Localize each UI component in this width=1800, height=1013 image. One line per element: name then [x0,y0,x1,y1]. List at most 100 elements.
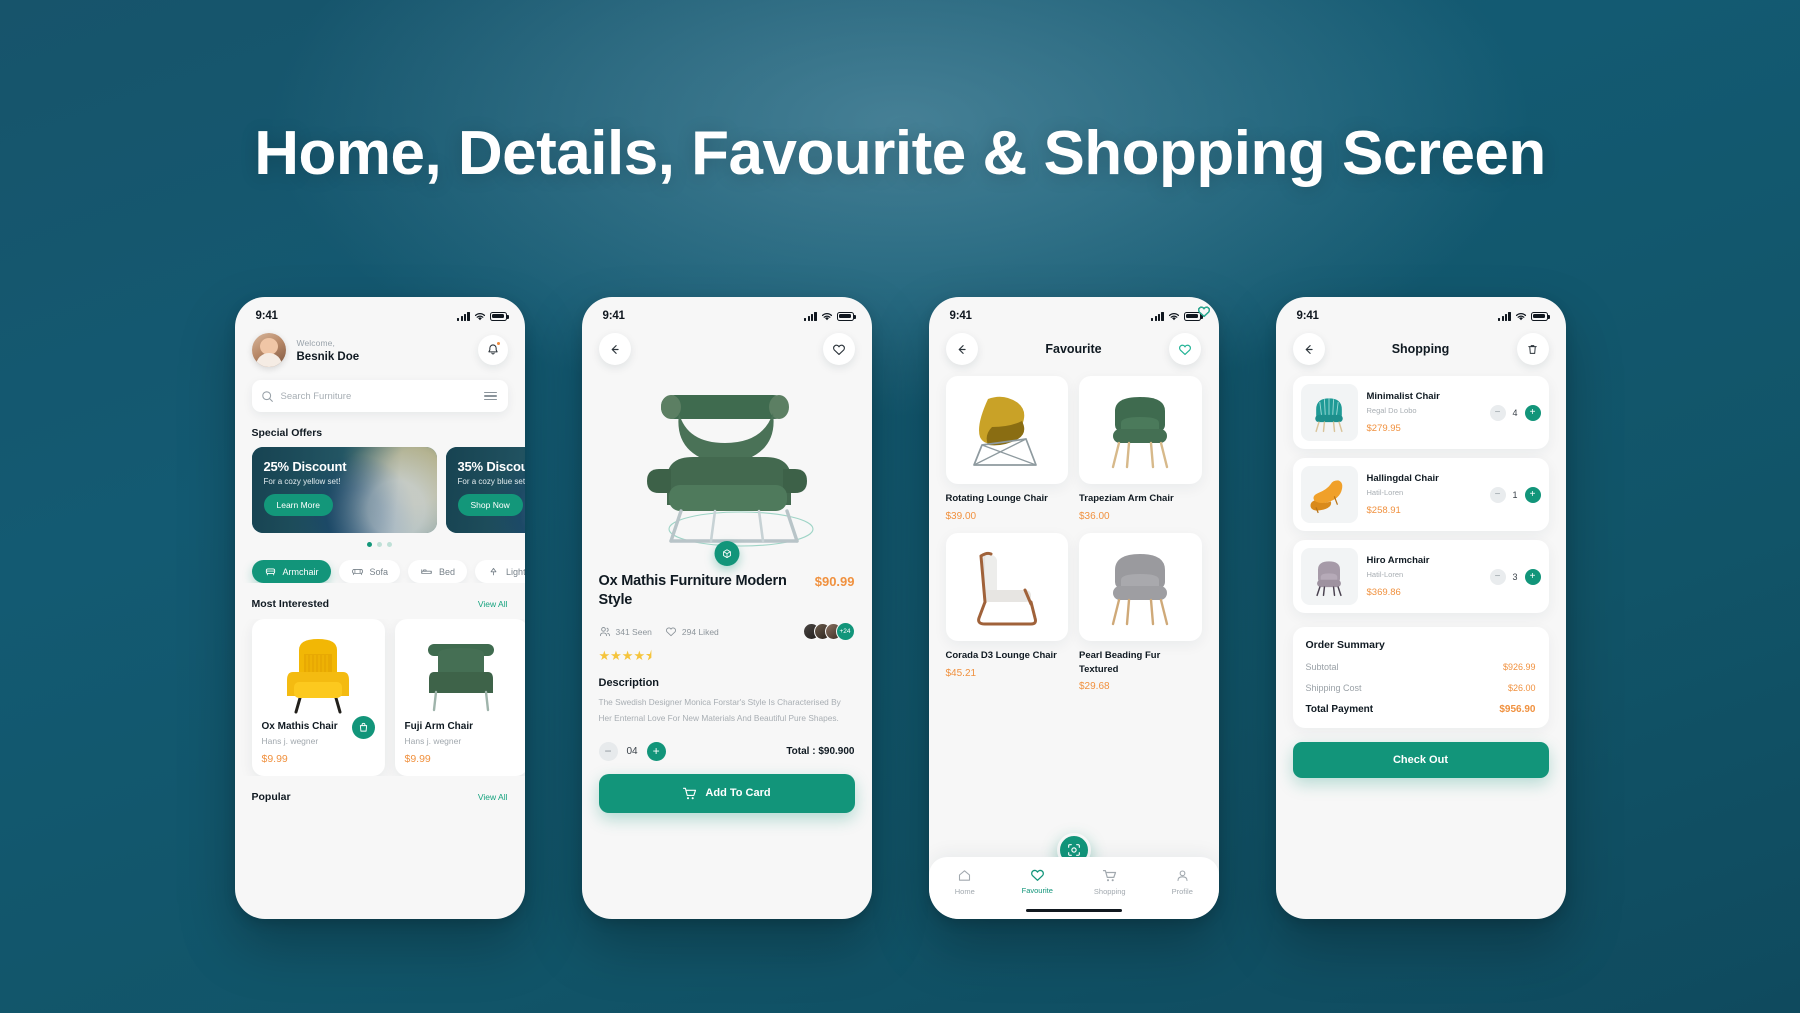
favourite-item[interactable]: Rotating Lounge Chair $39.00 [945,306,1210,522]
heart-icon [832,344,845,355]
viewer-avatars[interactable]: +24 [802,622,855,642]
cellular-signal-icon [457,311,470,321]
decrease-quantity-button[interactable]: − [1489,568,1506,585]
tab-label: Favourite [1021,886,1053,895]
tab-home[interactable]: Home [941,868,989,896]
offer-card[interactable]: 25% Discount For a cozy yellow set! Lear… [251,447,437,533]
add-to-cart-label: Add To Card [705,787,771,800]
decrease-quantity-button[interactable]: − [1489,486,1506,503]
favourite-item[interactable]: Corada D3 Lounge Chair $45.21 [945,306,1210,693]
cart-item-stepper[interactable]: − 3 + [1489,568,1541,585]
trapeziam-arm-chair-illustration [1112,397,1169,469]
carousel-dot[interactable] [377,542,382,547]
cart-item-info: Minimalist Chair Regal Do Lobo $279.95 [1367,391,1481,434]
category-chip-bed[interactable]: Bed [408,560,468,583]
cart-item-stepper[interactable]: − 1 + [1489,486,1541,503]
delete-all-button[interactable] [1516,333,1549,365]
offer-subtitle: For a cozy yellow set! [263,477,341,486]
view-all-link[interactable]: View All [478,599,508,609]
cart-item[interactable]: Hiro Armchair Hatil-Loren $369.86 − 3 + [1292,540,1549,613]
ar-view-button[interactable] [714,541,739,566]
product-card[interactable]: Fuji Arm Chair Hans j. wegner $9.99 [394,619,525,776]
header-favourite-button[interactable] [1169,333,1202,365]
favourite-toggle-liked[interactable] [1197,305,1211,323]
heart-icon [1030,869,1044,881]
category-chip-armchair[interactable]: Armchair [251,560,331,583]
back-button[interactable] [1292,333,1325,365]
product-image [262,628,375,714]
carousel-dots[interactable] [235,542,525,547]
quantity-row: − 04 + Total : $90.900 [598,741,855,761]
cart-item-stepper[interactable]: − 4 + [1489,404,1541,421]
back-button[interactable] [945,333,978,365]
most-interested-header: Most Interested View All [252,598,508,610]
increase-quantity-button[interactable]: + [1524,568,1541,585]
cart-item-name: Hallingdal Chair [1366,473,1439,484]
wifi-icon [474,312,485,320]
quantity-increase-button[interactable]: + [646,741,666,761]
total-label: Total : $90.900 [786,745,855,757]
category-label: Armchair [282,566,319,577]
heart-icon [1179,344,1192,355]
people-icon [599,627,610,637]
minimalist-chair-illustration [1315,397,1343,432]
offer-cta-button[interactable]: Learn More [263,494,333,516]
popular-view-all-link[interactable]: View All [478,792,508,802]
carousel-dot[interactable] [367,542,372,547]
increase-quantity-button[interactable]: + [1524,404,1541,421]
favourite-item[interactable]: Trapeziam Arm Chair $36.00 [1079,306,1210,522]
yellow-armchair-illustration [287,639,349,714]
decrease-quantity-button[interactable]: − [1489,404,1506,421]
increase-quantity-button[interactable]: + [1524,486,1541,503]
product-designer: Hans j. wegner [261,736,319,746]
quantity-decrease-button[interactable]: − [598,741,618,761]
cart-item[interactable]: Minimalist Chair Regal Do Lobo $279.95 −… [1292,376,1549,449]
category-chips[interactable]: Armchair Sofa Bed Light [235,560,525,583]
order-summary-card: Order Summary Subtotal $926.99 Shipping … [1292,627,1549,728]
special-offers-carousel[interactable]: 25% Discount For a cozy yellow set! Lear… [235,447,525,533]
favourite-grid: Rotating Lounge Chair $39.00 Trapeziam A… [929,306,1219,693]
tab-shopping[interactable]: Shopping [1086,868,1134,896]
offer-subtitle: For a cozy blue set! [457,477,525,486]
user-name: Besnik Doe [296,350,360,363]
category-label: Light [506,566,525,577]
summary-label: Subtotal [1305,662,1339,672]
tab-favourite[interactable]: Favourite [1013,868,1061,895]
cart-item-name: Hiro Armchair [1366,555,1430,566]
offer-cta-button[interactable]: Shop Now [457,494,523,516]
cart-item-brand: Regal Do Lobo [1366,406,1417,415]
avatar-more-count[interactable]: +24 [835,622,855,642]
category-chip-sofa[interactable]: Sofa [338,560,401,583]
cart-item-price: $369.86 [1366,587,1401,598]
phone-favourite-screen: 9:41 Favourite Rotating Lounge Chair $39… [928,297,1219,919]
home-icon [959,870,971,881]
notification-button[interactable] [477,335,508,365]
avatar[interactable] [251,333,286,367]
offer-text: 35% Discount For a cozy blue set! Shop N… [446,447,525,516]
favourite-image [1079,532,1202,641]
category-chip-light[interactable]: Light [475,560,525,583]
quantity-stepper[interactable]: − 04 + [598,741,666,761]
wifi-icon [1168,312,1179,320]
product-name: Fuji Arm Chair [404,721,474,732]
search-input[interactable] [280,390,484,402]
carousel-dot[interactable] [387,542,392,547]
lamp-icon [490,567,497,576]
add-to-cart-button[interactable]: Add To Card [598,773,855,813]
offer-card[interactable]: 35% Discount For a cozy blue set! Shop N… [445,447,525,533]
product-card[interactable]: Ox Mathis Chair Hans j. wegner $9.99 [251,619,385,776]
favourite-price: $29.68 [1079,681,1110,693]
favourite-item[interactable]: Pearl Beading Fur Textured $29.68 [1079,306,1210,693]
status-time: 9:41 [602,310,625,322]
home-indicator [1025,908,1122,912]
checkout-button[interactable]: Check Out [1292,742,1549,778]
tab-profile[interactable]: Profile [1158,868,1206,896]
add-to-bag-button[interactable] [351,716,375,739]
search-bar[interactable] [251,380,508,412]
cart-item[interactable]: Hallingdal Chair Hatil-Loren $258.91 − 1… [1292,458,1549,531]
offer-title: 25% Discount [263,459,347,474]
product-list[interactable]: Ox Mathis Chair Hans j. wegner $9.99 Fuj… [235,619,525,776]
hallingdal-chair-illustration [1310,479,1343,513]
screen-title: Shopping [1391,342,1450,356]
filter-icon[interactable] [483,389,499,404]
